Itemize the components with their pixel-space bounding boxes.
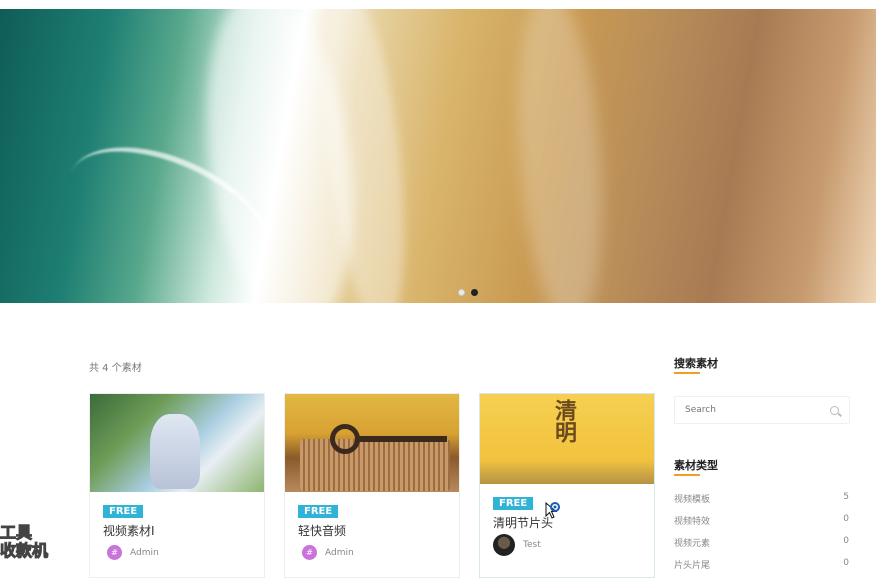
thumbnail-key: [330, 424, 360, 454]
category-section-title: 素材类型: [674, 459, 718, 472]
category-count: 0: [843, 536, 849, 546]
free-badge: FREE: [493, 497, 534, 510]
material-card[interactable]: 清明 FREE 清明节片头 Test: [479, 393, 655, 578]
author-name: Admin: [325, 547, 354, 558]
category-label[interactable]: 视频特效: [674, 514, 710, 527]
author-name: Admin: [130, 547, 159, 558]
category-item[interactable]: 视频模板 5: [674, 492, 849, 505]
search-icon[interactable]: [830, 405, 839, 415]
search-section-title: 搜索素材: [674, 357, 718, 370]
material-card[interactable]: FREE 轻快音频 # Admin: [284, 393, 460, 578]
category-count: 0: [843, 514, 849, 524]
card-author[interactable]: # Admin: [302, 545, 354, 560]
search-box[interactable]: [674, 396, 850, 424]
category-label[interactable]: 片头片尾: [674, 558, 710, 571]
author-name: Test: [523, 540, 541, 550]
search-input[interactable]: [685, 405, 830, 415]
category-label[interactable]: 视频元素: [674, 536, 710, 549]
slider-dot-1[interactable]: [458, 289, 465, 296]
card-title[interactable]: 视频素材I: [103, 522, 155, 539]
card-title[interactable]: 清明节片头: [493, 514, 553, 531]
thumbnail-figure: [150, 414, 200, 489]
free-badge: FREE: [298, 505, 339, 518]
avatar: #: [302, 545, 317, 560]
hero-banner[interactable]: [0, 9, 876, 303]
category-item[interactable]: 视频特效 0: [674, 514, 849, 527]
card-author[interactable]: Test: [493, 534, 541, 556]
category-item[interactable]: 片头片尾 0: [674, 558, 849, 571]
section-underline: [674, 372, 700, 374]
section-underline: [674, 474, 700, 476]
thumbnail-book: [300, 439, 450, 491]
thumbnail-key-shaft: [357, 436, 447, 442]
free-badge: FREE: [103, 505, 144, 518]
thumbnail-title: 清明: [551, 399, 577, 443]
hero-wave: [508, 9, 612, 303]
category-label[interactable]: 视频模板: [674, 492, 710, 505]
material-card[interactable]: FREE 视频素材I # Admin: [89, 393, 265, 578]
avatar: [493, 534, 515, 556]
card-thumbnail[interactable]: [90, 394, 264, 492]
watermark-line: 收款机: [0, 541, 49, 560]
category-count: 0: [843, 558, 849, 568]
watermark: 工具 收款机: [0, 523, 49, 560]
avatar: #: [107, 545, 122, 560]
watermark-line: 工具: [0, 523, 33, 542]
category-count: 5: [843, 492, 849, 502]
thumbnail-mountains: [480, 462, 654, 484]
card-author[interactable]: # Admin: [107, 545, 159, 560]
category-item[interactable]: 视频元素 0: [674, 536, 849, 549]
card-title[interactable]: 轻快音频: [298, 522, 346, 539]
slider-dots: [458, 289, 478, 296]
mouse-cursor-icon: [545, 502, 560, 519]
card-thumbnail[interactable]: 清明: [480, 394, 654, 484]
card-thumbnail[interactable]: [285, 394, 459, 492]
slider-dot-2[interactable]: [471, 289, 478, 296]
material-count: 共 4 个素材: [89, 363, 142, 374]
